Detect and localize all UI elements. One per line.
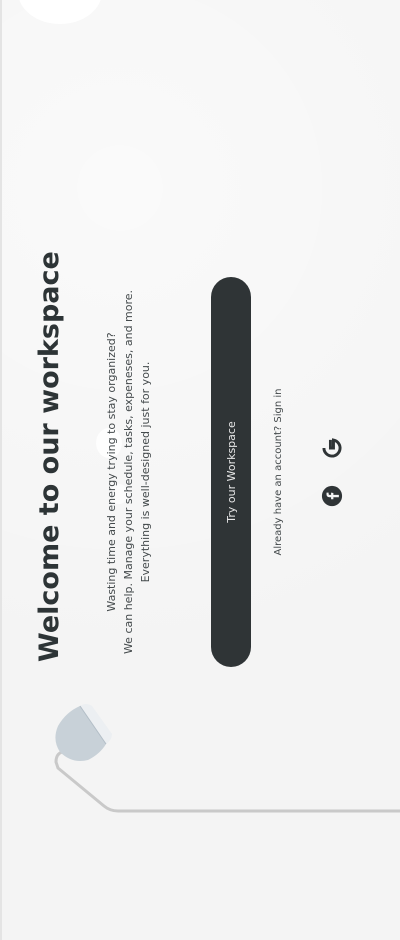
intro-description: Wasting time and energy trying to stay o… <box>103 282 154 662</box>
intro-line: Wasting time and energy trying to stay o… <box>105 332 118 612</box>
decorative-blob <box>18 0 102 24</box>
welcome-page: Welcome to our workspace Wasting time an… <box>0 0 400 940</box>
signin-link[interactable]: Already have an account? Sign in <box>269 282 289 662</box>
try-workspace-button[interactable]: Try our Workspace <box>211 277 251 667</box>
desk-lamp-illustration <box>54 704 400 813</box>
welcome-content: Welcome to our workspace Wasting time an… <box>25 251 375 667</box>
social-login-row <box>321 282 345 662</box>
intro-line: We can help. Manage your schedule, tasks… <box>122 289 135 655</box>
google-icon <box>322 438 342 458</box>
intro-line: Everything is well-designed just for you… <box>139 361 152 583</box>
page-title: Welcome to our workspace <box>34 251 65 662</box>
google-login-button[interactable] <box>321 437 343 459</box>
facebook-icon <box>321 485 343 507</box>
facebook-login-button[interactable] <box>321 485 343 507</box>
